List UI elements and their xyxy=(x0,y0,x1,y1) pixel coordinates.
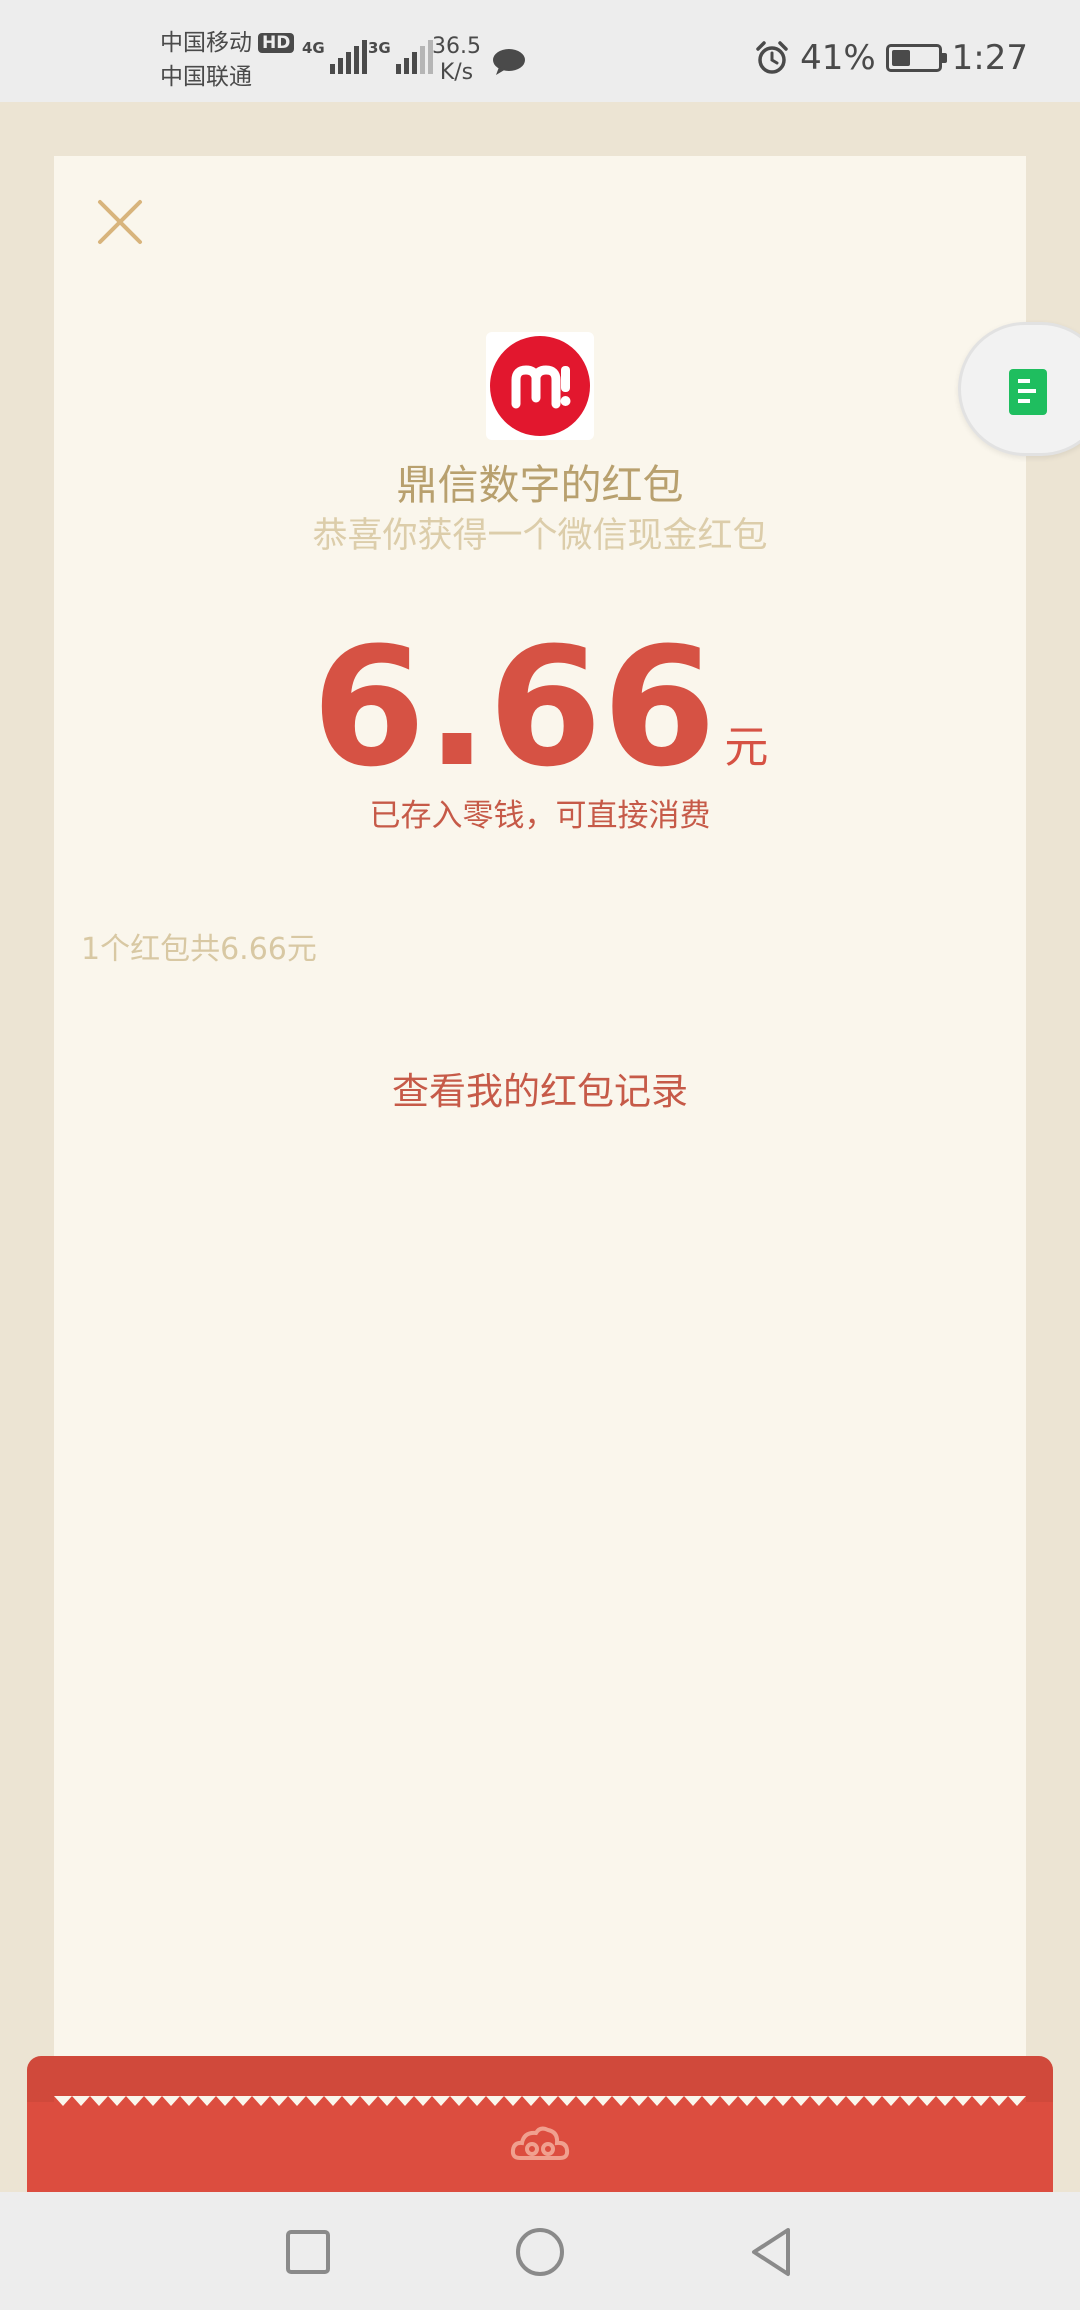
amount-unit: 元 xyxy=(724,722,769,773)
signal-bar xyxy=(329,64,335,74)
amount-display: 6.66 元 xyxy=(54,626,1026,790)
signal-bar xyxy=(345,52,351,74)
network-type-primary: 4G xyxy=(302,39,325,57)
cloud-emblem-icon xyxy=(510,2126,570,2160)
system-navigation-bar xyxy=(0,2192,1080,2310)
signal-bar xyxy=(403,58,409,74)
close-icon[interactable] xyxy=(92,194,148,250)
greeting-subtitle: 恭喜你获得一个微信现金红包 xyxy=(312,516,768,556)
signal-bar xyxy=(337,58,343,74)
signal-bar xyxy=(395,64,401,74)
recent-apps-icon[interactable] xyxy=(278,2222,338,2282)
status-bar: 中国移动 HD 中国联通 4G 3G 36.5 K/s 41% 1:27 xyxy=(0,0,1080,102)
saved-to-balance-note: 已存入零钱，可直接消费 xyxy=(369,798,711,834)
sender-logo-icon xyxy=(490,336,590,436)
network-speed-value: 36.5 xyxy=(432,34,481,59)
carrier-info: 中国移动 HD 中国联通 xyxy=(160,26,295,94)
battery-percent: 41% xyxy=(800,38,876,78)
sender-logo xyxy=(486,332,594,440)
sender-title: 鼎信数字的红包 xyxy=(396,461,684,509)
envelope-zigzag-edge xyxy=(54,2096,1026,2114)
home-icon[interactable] xyxy=(510,2222,570,2282)
hd-badge: HD xyxy=(258,33,295,53)
signal-bar xyxy=(353,46,359,74)
document-icon xyxy=(1009,369,1047,415)
signal-bar xyxy=(411,52,417,74)
back-icon[interactable] xyxy=(742,2222,802,2282)
network-speed-unit: K/s xyxy=(439,60,474,85)
clock: 1:27 xyxy=(951,38,1028,78)
screen: 中国移动 HD 中国联通 4G 3G 36.5 K/s 41% 1:27 鼎信数… xyxy=(0,0,1080,2310)
network-type-secondary: 3G xyxy=(368,39,391,57)
carrier-name-secondary: 中国联通 xyxy=(160,64,252,90)
floating-side-button[interactable] xyxy=(958,322,1080,456)
wechat-notification-icon xyxy=(493,49,525,75)
alarm-icon xyxy=(756,41,788,74)
packet-total-summary: 1个红包共6.66元 xyxy=(81,932,317,967)
red-packet-detail-card: 鼎信数字的红包 恭喜你获得一个微信现金红包 6.66 元 已存入零钱，可直接消费… xyxy=(54,156,1026,2106)
network-speed: 36.5 K/s xyxy=(432,34,481,86)
battery-level xyxy=(891,50,910,66)
signal-bar xyxy=(361,40,367,74)
status-right-group: 41% 1:27 xyxy=(754,38,1028,78)
signal-bar xyxy=(419,46,425,74)
view-history-link[interactable]: 查看我的红包记录 xyxy=(54,1066,1026,1118)
carrier-name-primary: 中国移动 xyxy=(160,30,252,56)
amount-value: 6.66 xyxy=(311,612,717,803)
signal-strength-primary: 4G xyxy=(302,40,367,74)
signal-strength-secondary: 3G xyxy=(368,40,433,74)
battery-icon xyxy=(885,44,947,72)
